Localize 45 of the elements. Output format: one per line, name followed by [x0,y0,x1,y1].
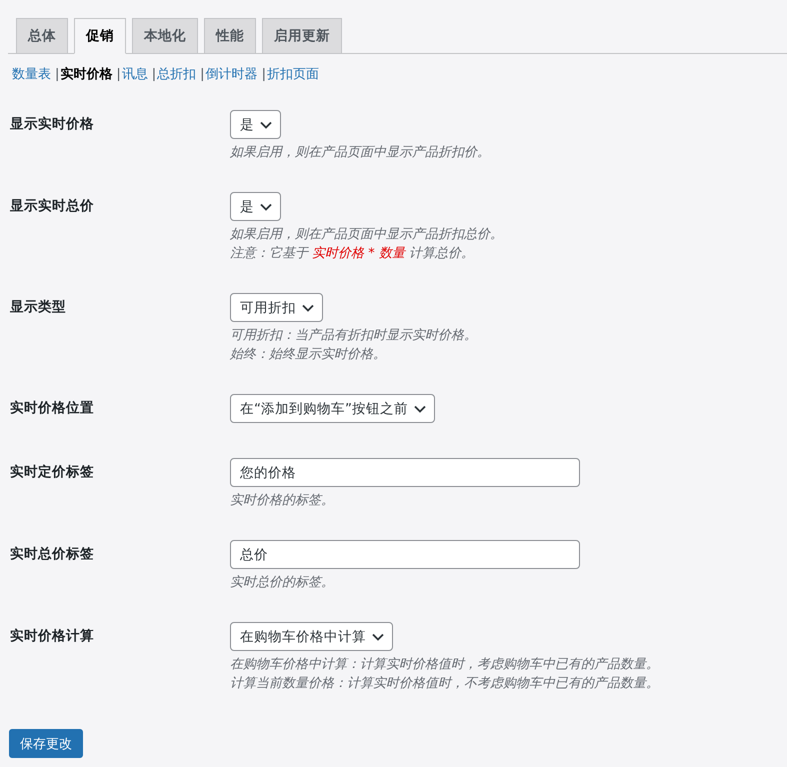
separator: | [152,66,156,84]
field-label: 显示实时价格 [9,115,94,134]
separator: | [55,66,60,84]
tab[interactable]: 启用更新 [262,18,342,54]
field-description: 在购物车价格中计算：计算实时价格值时，考虑购物车中已有的产品数量。 [230,656,659,674]
field-label: 实时总价标签 [9,545,94,564]
field-label: 实时定价标签 [9,463,94,482]
field-label: 实时价格位置 [9,399,94,418]
field-description: 计算当前数量价格：计算实时价格值时，不考虑购物车中已有的产品数量。 [230,675,659,693]
subnav-link[interactable]: 实时价格 [60,65,112,85]
separator: | [262,66,266,84]
field-label: 实时价格计算 [9,627,94,646]
tab[interactable]: 性能 [204,18,256,54]
separator: | [200,66,205,84]
dropdown[interactable]: 在“添加到购物车”按钮之前 [230,394,435,423]
chevron-down-icon [414,404,426,412]
chevron-down-icon [372,632,384,640]
field-description: 注意：它基于 实时价格 * 数量 计算总价。 [230,245,476,263]
field-description: 可用折扣：当产品有折扣时显示实时价格。 [230,327,477,345]
subnav-link[interactable]: 总折扣 [157,65,196,85]
field-description: 如果启用，则在产品页面中显示产品折扣价。 [230,144,490,162]
chevron-down-icon [260,202,272,210]
text-input[interactable]: 您的价格 [230,458,580,487]
field-description: 实时总价的标签。 [230,574,334,592]
field-label: 显示类型 [9,298,66,317]
text-input[interactable]: 总价 [230,540,580,569]
dropdown[interactable]: 可用折扣 [230,293,323,322]
field-description: 始终：始终显示实时价格。 [230,346,387,364]
tab[interactable]: 本地化 [132,18,198,54]
subnav-link[interactable]: 倒计时器 [206,65,258,85]
field-description: 如果启用，则在产品页面中显示产品折扣总价。 [230,226,503,244]
dropdown[interactable]: 是 [230,192,281,221]
tab[interactable]: 促销 [74,18,126,54]
chevron-down-icon [260,120,272,128]
save-button[interactable]: 保存更改 [9,729,83,758]
subnav-link[interactable]: 折扣页面 [266,65,319,85]
separator: | [116,66,121,84]
dropdown[interactable]: 在购物车价格中计算 [230,622,393,651]
subnav-link[interactable]: 数量表 [12,65,51,85]
chevron-down-icon [302,304,314,312]
dropdown[interactable]: 是 [230,110,281,139]
field-label: 显示实时总价 [9,197,94,216]
tab[interactable]: 总体 [16,18,68,54]
subnav-link[interactable]: 讯息 [122,65,148,85]
field-description: 实时价格的标签。 [230,492,334,510]
